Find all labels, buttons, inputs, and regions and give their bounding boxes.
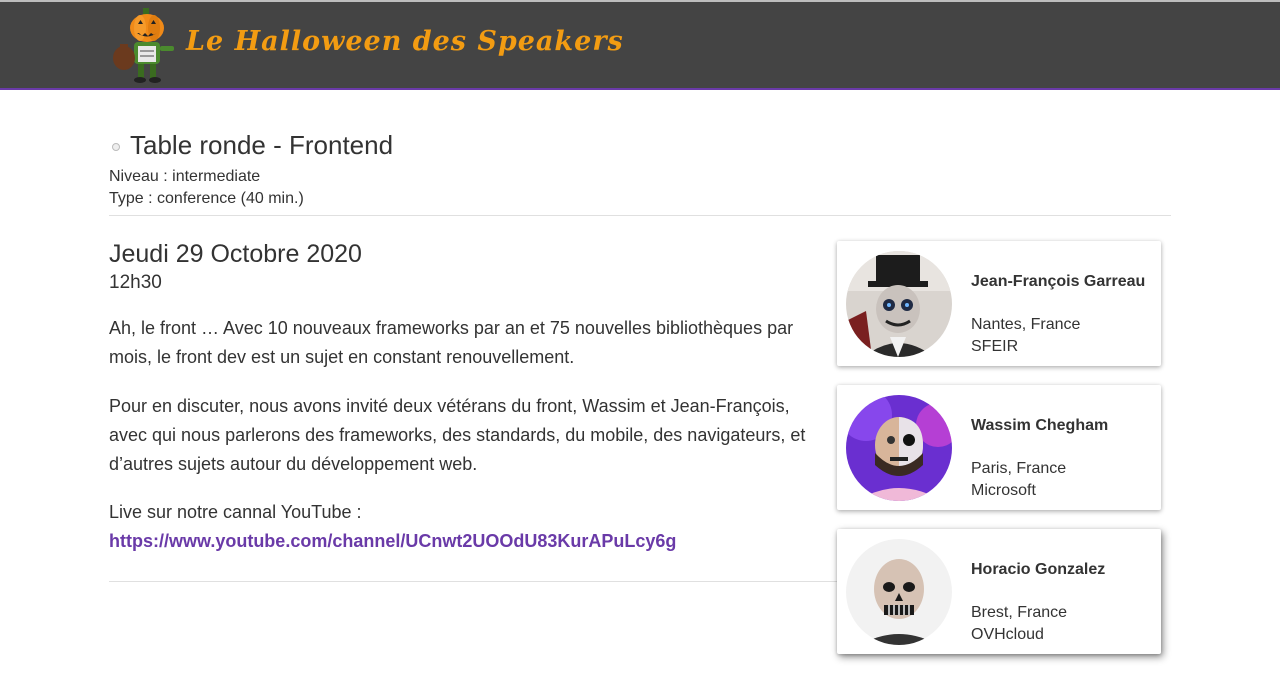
avatar-photo-icon xyxy=(846,251,952,357)
youtube-link[interactable]: https://www.youtube.com/channel/UCnwt2UO… xyxy=(109,531,676,552)
type-label: Type : xyxy=(109,190,153,207)
speaker-card[interactable]: Wassim Chegham Paris, France Microsoft xyxy=(837,385,1161,510)
pumpkin-mascot-icon[interactable] xyxy=(110,6,184,84)
speaker-avatar xyxy=(846,251,952,357)
speaker-name: Wassim Chegham xyxy=(971,417,1109,434)
speaker-card[interactable]: Horacio Gonzalez Brest, France OVHcloud xyxy=(837,529,1161,654)
divider-bottom xyxy=(109,581,837,582)
avatar-photo-icon xyxy=(846,395,952,501)
speaker-company: Microsoft xyxy=(971,482,1036,499)
level-value: intermediate xyxy=(172,168,261,185)
level-dot-icon xyxy=(112,143,120,151)
avatar-photo-icon xyxy=(846,539,952,645)
site-header: Le Halloween des Speakers xyxy=(0,0,1280,90)
talk-time: 12h30 xyxy=(109,272,162,293)
level-label: Niveau : xyxy=(109,168,168,185)
speaker-city: Brest, France xyxy=(971,604,1068,621)
speaker-company: OVHcloud xyxy=(971,626,1044,643)
description-paragraph: Ah, le front … Avec 10 nouveaux framewor… xyxy=(109,318,794,367)
speaker-company: SFEIR xyxy=(971,338,1019,355)
speaker-name: Jean-François Garreau xyxy=(971,273,1146,290)
description-paragraph: Pour en discuter, nous avons invité deux… xyxy=(109,396,806,474)
speaker-city: Paris, France xyxy=(971,460,1067,477)
live-label: Live sur notre cannal YouTube : xyxy=(109,502,362,522)
speaker-name: Horacio Gonzalez xyxy=(971,561,1106,578)
talk-type: Type : conference (40 min.) xyxy=(109,190,304,208)
speaker-card[interactable]: Jean-François Garreau Nantes, France SFE… xyxy=(837,241,1161,366)
site-title[interactable]: Le Halloween des Speakers xyxy=(186,26,624,57)
speaker-avatar xyxy=(846,539,952,645)
type-value: conference (40 min.) xyxy=(157,190,304,207)
talk-title: Table ronde - Frontend xyxy=(130,130,394,160)
talk-date: Jeudi 29 Octobre 2020 xyxy=(109,240,362,268)
speaker-city: Nantes, France xyxy=(971,316,1081,333)
talk-level: Niveau : intermediate xyxy=(109,168,260,186)
divider-top xyxy=(109,215,1171,216)
speaker-avatar xyxy=(846,395,952,501)
